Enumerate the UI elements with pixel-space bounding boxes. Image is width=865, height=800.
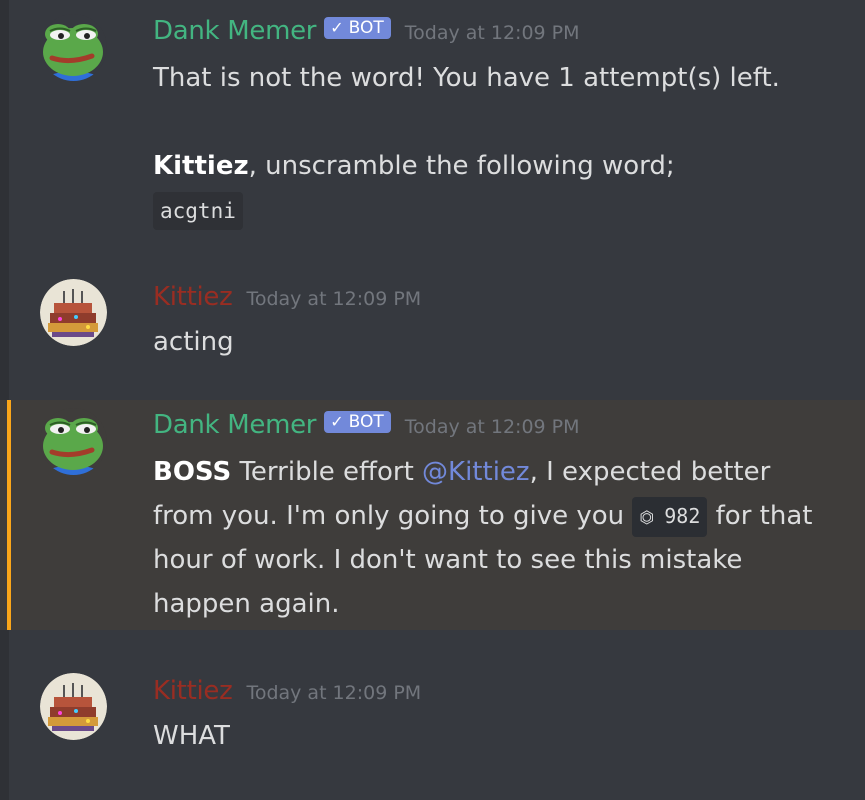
message-text: , unscramble the following word; <box>248 151 675 181</box>
message-content: WHAT <box>153 714 230 758</box>
bold-username: Kittiez <box>153 151 249 181</box>
bot-tag-label: BOT <box>348 412 384 432</box>
message-line: acting <box>153 327 234 357</box>
message-line: happen again. <box>153 589 340 619</box>
message-text: from you. I'm only going to give you <box>153 501 633 531</box>
pepe-frog-icon <box>40 14 107 81</box>
message-line: BOSS Terrible effort @Kittiez, I expecte… <box>153 450 812 494</box>
boss-label: BOSS <box>153 457 232 487</box>
message-line: hour of work. I don't want to see this m… <box>153 545 743 575</box>
timestamp: Today at 12:09 PM <box>246 682 422 704</box>
bot-tag-label: BOT <box>348 18 384 38</box>
cake-icon <box>40 673 107 740</box>
message-header: Kittiez Today at 12:09 PM <box>153 282 421 312</box>
message-line: Kittiez, unscramble the following word; <box>153 144 780 188</box>
message-line: That is not the word! You have 1 attempt… <box>153 63 780 93</box>
message-header: Kittiez Today at 12:09 PM <box>153 676 421 706</box>
coin-value: 982 <box>664 503 701 528</box>
message-content: acting <box>153 320 234 364</box>
message-line: from you. I'm only going to give you ⏣ 98… <box>153 494 812 538</box>
timestamp: Today at 12:09 PM <box>246 288 422 310</box>
cake-icon <box>40 279 107 346</box>
message-content: BOSS Terrible effort @Kittiez, I expecte… <box>153 450 812 626</box>
message-3-highlighted: Dank Memer ✓ BOT Today at 12:09 PM BOSS Ter… <box>0 400 865 630</box>
user-mention[interactable]: @Kittiez <box>422 457 530 487</box>
pepe-frog-icon <box>40 408 107 475</box>
check-icon: ✓ <box>330 412 344 431</box>
timestamp: Today at 12:09 PM <box>404 416 580 438</box>
cake-avatar[interactable] <box>40 279 107 346</box>
coin-amount: ⏣ 982 <box>632 496 708 537</box>
message-2: Kittiez Today at 12:09 PM acting <box>0 268 865 378</box>
bot-tag: ✓ BOT <box>324 411 391 433</box>
message-4: Kittiez Today at 12:09 PM WHAT <box>0 662 865 772</box>
scrambled-word-code: acgtni <box>153 192 243 230</box>
pepe-avatar[interactable] <box>40 408 107 475</box>
pepe-avatar[interactable] <box>40 14 107 81</box>
message-text: , I expected better <box>529 457 771 487</box>
message-header: Dank Memer ✓ BOT Today at 12:09 PM <box>153 16 580 46</box>
author-name[interactable]: Kittiez <box>153 676 233 706</box>
message-text: Terrible effort <box>231 457 423 487</box>
timestamp: Today at 12:09 PM <box>404 22 580 44</box>
message-text: for that <box>707 501 813 531</box>
message-1: Dank Memer ✓ BOT Today at 12:09 PM That is … <box>0 0 865 260</box>
message-line: WHAT <box>153 721 230 751</box>
author-name[interactable]: Dank Memer <box>153 16 317 46</box>
bot-tag: ✓ BOT <box>324 17 391 39</box>
message-content: That is not the word! You have 1 attempt… <box>153 56 780 232</box>
message-header: Dank Memer ✓ BOT Today at 12:09 PM <box>153 410 580 440</box>
check-icon: ✓ <box>330 18 344 37</box>
author-name[interactable]: Dank Memer <box>153 410 317 440</box>
coin-icon: ⏣ <box>639 507 655 528</box>
cake-avatar[interactable] <box>40 673 107 740</box>
author-name[interactable]: Kittiez <box>153 282 233 312</box>
